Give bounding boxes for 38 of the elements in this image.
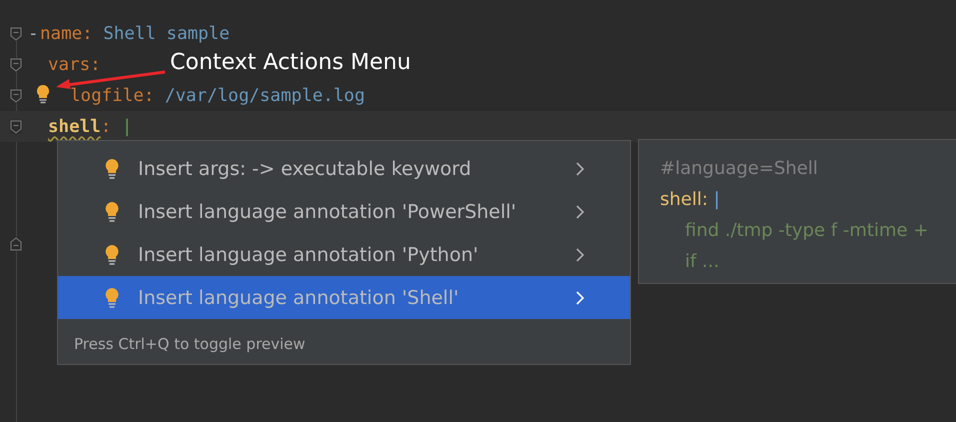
fold-icon[interactable] [10,237,22,251]
yaml-value: /var/log/sample.log [164,86,365,106]
colon: : [90,54,101,74]
yaml-key: logfile [70,86,144,106]
lightbulb-icon [104,158,120,180]
hint-text: Press Ctrl+Q to toggle preview [74,335,306,353]
list-dash: - [28,24,39,44]
chevron-icon [576,290,584,304]
code-text: if ... [684,251,720,272]
annotation-label: Context Actions Menu [170,50,411,75]
menu-item[interactable]: Insert args: -> executable keyword [58,147,630,190]
chevron-icon [576,248,584,262]
fold-icon[interactable] [10,120,22,134]
yaml-key: shell [660,189,702,210]
menu-item[interactable]: Insert language annotation 'Shell' [58,276,630,319]
colon: : [100,116,112,136]
colon: : [702,189,708,210]
text-cursor: | [122,116,132,136]
colon: : [144,86,154,106]
lightbulb-icon [104,286,120,308]
chevron-icon [576,204,584,218]
yaml-value: Shell sample [103,24,230,44]
fold-icon[interactable] [10,27,22,41]
fold-icon[interactable] [10,58,22,72]
fold-icon[interactable] [10,89,22,103]
menu-item[interactable]: Insert language annotation 'Python' [58,233,630,276]
colon: : [82,24,93,44]
lightbulb-icon[interactable] [35,84,51,104]
text-cursor: | [714,189,720,210]
lightbulb-icon [104,244,120,266]
comment-text: #language=Shell [660,158,818,179]
yaml-key: shell [48,116,101,136]
menu-item[interactable]: Insert language annotation 'PowerShell' [58,190,630,233]
lightbulb-icon [104,200,120,222]
yaml-key: vars [48,54,90,74]
code-text: find ./tmp -type f -mtime + [684,220,928,241]
yaml-key: name [40,24,82,44]
chevron-icon [576,162,584,176]
